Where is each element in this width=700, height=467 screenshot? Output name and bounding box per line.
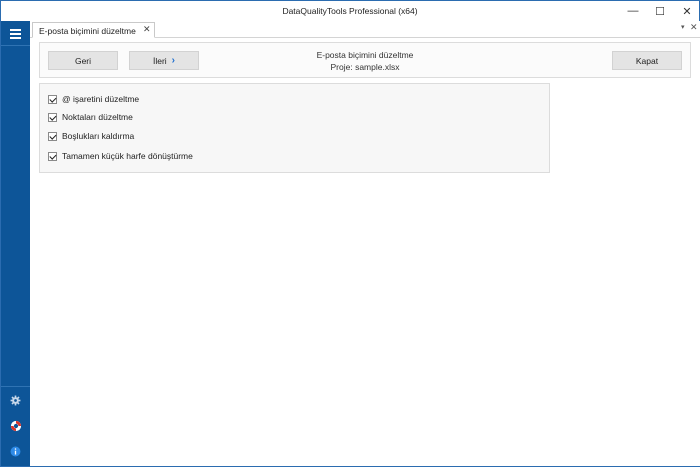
- next-button-label: İleri: [152, 55, 167, 66]
- checkbox[interactable]: [48, 112, 57, 122]
- lifebuoy-icon[interactable]: [9, 419, 22, 432]
- info-icon[interactable]: [9, 445, 22, 458]
- option-label: @ işaretini düzeltme: [62, 94, 140, 104]
- app-window: DataQualityTools Professional (x64) — ☐ …: [0, 0, 700, 467]
- checkbox[interactable]: [48, 151, 57, 161]
- options-panel: @ işaretini düzeltme Noktaları düzeltme …: [39, 83, 550, 173]
- tab-label: E-posta biçimini düzeltme: [39, 26, 136, 36]
- close-all-tabs-icon[interactable]: ✕: [690, 22, 698, 33]
- option-lowercase[interactable]: Tamamen küçük harfe dönüştürme: [48, 150, 193, 162]
- menu-icon[interactable]: [1, 21, 30, 45]
- tab-email-format[interactable]: E-posta biçimini düzeltme ✕: [32, 22, 155, 38]
- maximize-button[interactable]: ☐: [646, 1, 674, 21]
- option-label: Boşlukları kaldırma: [62, 131, 135, 141]
- window-title: DataQualityTools Professional (x64): [282, 6, 418, 16]
- tab-strip: E-posta biçimini düzeltme ✕ ▾ ✕: [30, 21, 700, 38]
- option-label: Tamamen küçük harfe dönüştürme: [62, 151, 193, 161]
- chevron-down-icon[interactable]: ▾: [681, 23, 685, 31]
- close-icon[interactable]: ✕: [143, 24, 151, 35]
- checkbox[interactable]: [48, 94, 57, 104]
- minimize-button[interactable]: —: [619, 1, 647, 21]
- option-label: Noktaları düzeltme: [62, 112, 133, 122]
- checkbox[interactable]: [48, 131, 57, 141]
- option-fix-at-sign[interactable]: @ işaretini düzeltme: [48, 93, 139, 105]
- back-button[interactable]: Geri: [48, 51, 118, 70]
- close-button[interactable]: Kapat: [612, 51, 682, 70]
- option-remove-spaces[interactable]: Boşlukları kaldırma: [48, 130, 134, 142]
- sidebar-divider: [1, 386, 30, 387]
- title-bar: DataQualityTools Professional (x64) — ☐ …: [1, 1, 699, 21]
- gear-icon[interactable]: [9, 394, 22, 407]
- main-content: E-posta biçimini düzeltme Proje: sample.…: [30, 38, 700, 466]
- toolbar: E-posta biçimini düzeltme Proje: sample.…: [39, 42, 691, 78]
- close-window-button[interactable]: ✕: [673, 1, 700, 21]
- sidebar-divider: [1, 45, 30, 46]
- chevron-right-icon: ›: [171, 55, 176, 66]
- option-fix-dots[interactable]: Noktaları düzeltme: [48, 111, 133, 123]
- next-button[interactable]: İleri ›: [129, 51, 199, 70]
- sidebar: [1, 21, 30, 466]
